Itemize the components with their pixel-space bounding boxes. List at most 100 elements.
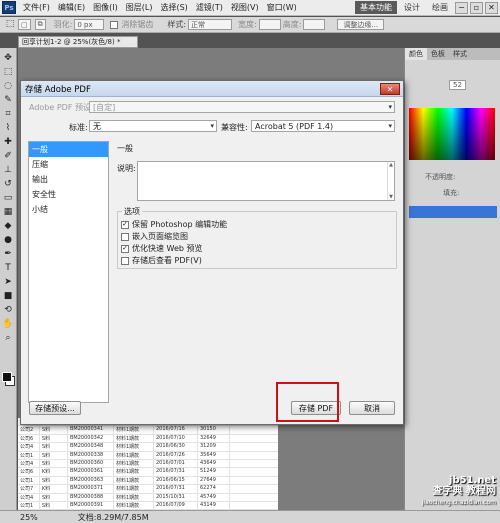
category-summary[interactable]: 小结: [29, 202, 108, 217]
standard-select[interactable]: 无 ▾: [89, 120, 217, 132]
gradient-tool-icon[interactable]: ▦: [2, 206, 14, 218]
text-tool-icon[interactable]: T: [2, 262, 14, 274]
marquee-tool-icon[interactable]: ⬚: [4, 18, 16, 30]
standard-label: 标准:: [69, 123, 88, 132]
table-cell: 2016/07/26: [154, 451, 198, 459]
cancel-button[interactable]: 取消: [349, 401, 395, 415]
table-cell: 43649: [198, 459, 230, 468]
fill-label: 填充:: [443, 189, 460, 197]
category-security[interactable]: 安全性: [29, 187, 108, 202]
stamp-tool-icon[interactable]: ⊥: [2, 164, 14, 176]
chevron-down-icon: ▾: [388, 122, 392, 130]
watermark-line2: 查字典 教程网: [432, 486, 496, 497]
workspace-design[interactable]: 设计: [399, 1, 425, 14]
history-brush-tool-icon[interactable]: ↺: [2, 178, 14, 190]
table-row: 公司1 S料 BM20000391 材料1期款 2016/07/09 43149: [18, 501, 278, 510]
table-cell: 27649: [198, 476, 230, 485]
selected-layer[interactable]: [409, 206, 497, 218]
workspace-essentials[interactable]: 基本功能: [355, 1, 397, 14]
menu-edit[interactable]: 编辑(E): [54, 2, 89, 13]
fast-web-view-checkbox[interactable]: ✓: [121, 244, 129, 253]
table-cell: 材料1期款: [114, 476, 154, 485]
selection-mode-new-icon[interactable]: ▢: [18, 19, 31, 30]
refine-edge-button[interactable]: 调整边缘...: [337, 19, 385, 30]
table-cell: BM20000371: [68, 485, 114, 493]
color-spectrum[interactable]: [409, 108, 495, 160]
category-general[interactable]: 一般: [29, 142, 108, 157]
embed-thumbnail-option[interactable]: 嵌入页面缩览图: [121, 231, 188, 242]
toolbox: ✥ ⬚ ◌ ✎ ⌗ ⌇ ✚ ✐ ⊥ ↺ ▭ ▦ ◆ ● ✒ T ➤ ■ ⟲ ✋ …: [0, 48, 17, 510]
dodge-tool-icon[interactable]: ●: [2, 234, 14, 246]
table-cell: 公司4: [18, 443, 40, 451]
zoom-level[interactable]: 25%: [20, 513, 38, 522]
doc-info[interactable]: 文档:8.29M/7.85M: [78, 512, 149, 523]
menu-view[interactable]: 视图(V): [227, 2, 263, 13]
maximize-button[interactable]: ▫: [470, 1, 483, 14]
blur-tool-icon[interactable]: ◆: [2, 220, 14, 232]
tab-color[interactable]: 颜色: [405, 48, 427, 60]
view-pdf-after-save-option[interactable]: 存储后查看 PDF(V): [121, 255, 202, 266]
path-select-tool-icon[interactable]: ➤: [2, 276, 14, 288]
brush-tool-icon[interactable]: ✐: [2, 150, 14, 162]
workspace-painting[interactable]: 绘画: [427, 1, 453, 14]
menu-image[interactable]: 图像(I): [89, 2, 122, 13]
description-textarea[interactable]: ▲ ▼: [137, 161, 395, 201]
lasso-tool-icon[interactable]: ◌: [2, 80, 14, 92]
category-compression[interactable]: 压缩: [29, 157, 108, 172]
menu-layer[interactable]: 图层(L): [122, 2, 157, 13]
feather-label: 羽化:: [53, 20, 73, 29]
feather-input[interactable]: 0 px: [74, 19, 105, 30]
table-cell: 32649: [198, 434, 230, 443]
move-tool-icon[interactable]: ✥: [2, 52, 14, 64]
width-input[interactable]: [258, 19, 281, 30]
foreground-color-swatch[interactable]: [2, 372, 12, 382]
shape-tool-icon[interactable]: ■: [2, 290, 14, 302]
antialias-checkbox[interactable]: [110, 20, 119, 29]
menu-select[interactable]: 选择(S): [156, 2, 191, 13]
save-preset-button[interactable]: 存储预设...: [29, 401, 81, 415]
tab-swatches[interactable]: 色板: [427, 49, 449, 59]
selection-mode-add-icon[interactable]: ⧉: [34, 19, 46, 30]
color-value[interactable]: 52: [449, 80, 466, 90]
right-panels: 颜色 色板 样式 52 不透明度: 填充:: [404, 48, 500, 510]
table-cell: 公司4: [18, 459, 40, 468]
table-cell: 2016/07/31: [154, 468, 198, 476]
style-select[interactable]: 正常: [188, 19, 233, 30]
view-pdf-after-save-checkbox[interactable]: [121, 256, 129, 265]
preserve-editing-checkbox[interactable]: ✓: [121, 220, 129, 229]
fast-web-view-option[interactable]: ✓ 优化快速 Web 预览: [121, 243, 203, 254]
zoom-tool-icon[interactable]: ⌕: [2, 332, 14, 344]
menu-file[interactable]: 文件(F): [19, 2, 54, 13]
close-icon[interactable]: ✕: [380, 83, 400, 95]
height-input[interactable]: [303, 19, 326, 30]
preserve-editing-option[interactable]: ✓ 保留 Photoshop 编辑功能: [121, 219, 227, 230]
quick-select-tool-icon[interactable]: ✎: [2, 94, 14, 106]
table-cell: 2016/06/30: [154, 443, 198, 451]
scrollbar[interactable]: ▲ ▼: [387, 162, 394, 200]
table-cell: 公司2: [18, 426, 40, 434]
tab-styles[interactable]: 样式: [449, 49, 471, 59]
3d-tool-icon[interactable]: ⟲: [2, 304, 14, 316]
marquee-tool-icon[interactable]: ⬚: [2, 66, 14, 78]
compatibility-select[interactable]: Acrobat 5 (PDF 1.4) ▾: [251, 120, 395, 132]
embed-thumbnail-checkbox[interactable]: [121, 232, 129, 241]
table-cell: 公司4: [18, 493, 40, 501]
preset-select[interactable]: [自定] ▾: [89, 101, 395, 113]
close-app-button[interactable]: ✕: [485, 1, 498, 14]
table-cell: BM20000360: [68, 459, 114, 468]
table-cell: S料: [40, 493, 68, 501]
hand-tool-icon[interactable]: ✋: [2, 318, 14, 330]
menu-window[interactable]: 窗口(W): [263, 2, 301, 13]
eyedropper-tool-icon[interactable]: ⌇: [2, 122, 14, 134]
eraser-tool-icon[interactable]: ▭: [2, 192, 14, 204]
table-cell: 62274: [198, 485, 230, 493]
width-label: 宽度:: [238, 20, 257, 29]
minimize-button[interactable]: −: [455, 1, 468, 14]
healing-tool-icon[interactable]: ✚: [2, 136, 14, 148]
menu-filter[interactable]: 滤镜(T): [192, 2, 227, 13]
crop-tool-icon[interactable]: ⌗: [2, 108, 14, 120]
table-cell: BM20000341: [68, 426, 114, 434]
category-output[interactable]: 输出: [29, 172, 108, 187]
pen-tool-icon[interactable]: ✒: [2, 248, 14, 260]
document-tab[interactable]: 回享计划1-2 @ 25%(灰色/8) *: [18, 36, 138, 48]
